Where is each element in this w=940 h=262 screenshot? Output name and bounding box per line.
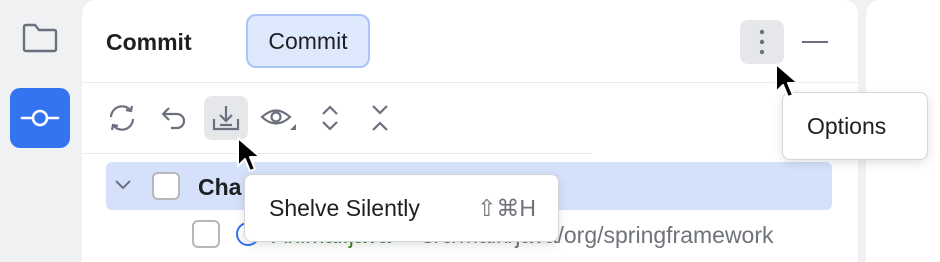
mouse-pointer-icon [237,137,261,172]
shelve-icon [212,106,240,131]
options-tooltip: Options [782,92,928,160]
options-button[interactable] [740,20,784,64]
chevron-down-icon[interactable] [114,178,132,192]
tab-commit[interactable]: Commit [246,14,370,68]
expand-all-button[interactable] [308,96,352,140]
changes-group-label: Cha [198,174,242,200]
commit-icon [20,109,60,127]
rollback-icon [161,107,186,130]
refresh-icon [109,105,135,131]
eye-icon [260,109,296,130]
more-vertical-icon [759,29,765,55]
project-tool-button[interactable] [16,14,64,62]
shelve-button[interactable] [204,96,248,140]
folder-icon [22,23,58,53]
rollback-button[interactable] [152,96,196,140]
expand-all-icon [322,105,338,131]
tooltip-label: Options [807,113,887,139]
tooltip-label: Shelve Silently [269,195,420,221]
hide-button[interactable] [800,20,830,64]
commit-tool-button[interactable] [10,88,70,148]
tool-window-bar [0,0,82,262]
changes-group-checkbox[interactable] [152,172,180,200]
mouse-pointer-icon [775,63,799,98]
panel-title: Commit [106,29,192,55]
shelve-silently-tooltip: Shelve Silently ⇧⌘H [244,174,559,242]
minimize-icon [802,41,828,43]
tooltip-shortcut: ⇧⌘H [477,195,536,221]
collapse-all-button[interactable] [358,96,402,140]
toolbar-divider [82,153,592,154]
file-checkbox[interactable] [192,220,220,248]
view-options-button[interactable] [256,96,300,140]
header-divider [82,82,858,83]
refresh-button[interactable] [100,96,144,140]
collapse-all-icon [372,105,388,131]
